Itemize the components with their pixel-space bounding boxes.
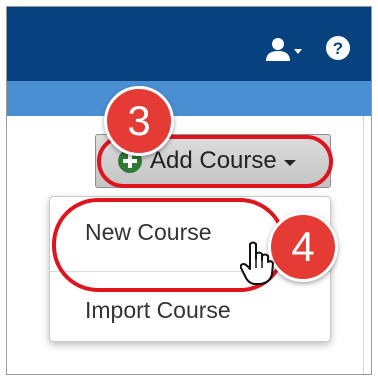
sub-navbar [7,81,371,116]
panel-divider [363,116,364,374]
user-menu[interactable] [265,37,305,63]
help-glyph: ? [333,39,343,58]
step-badge-3: 3 [104,86,174,156]
help-button[interactable]: ? [325,35,351,61]
question-circle-icon: ? [326,36,350,60]
step-badge-4: 4 [268,212,338,282]
menu-item-import-course[interactable]: Import Course [50,295,330,327]
hand-cursor-icon [240,241,274,285]
user-icon [266,38,302,61]
caret-down-icon [294,49,302,54]
top-navbar: ? [7,7,371,81]
